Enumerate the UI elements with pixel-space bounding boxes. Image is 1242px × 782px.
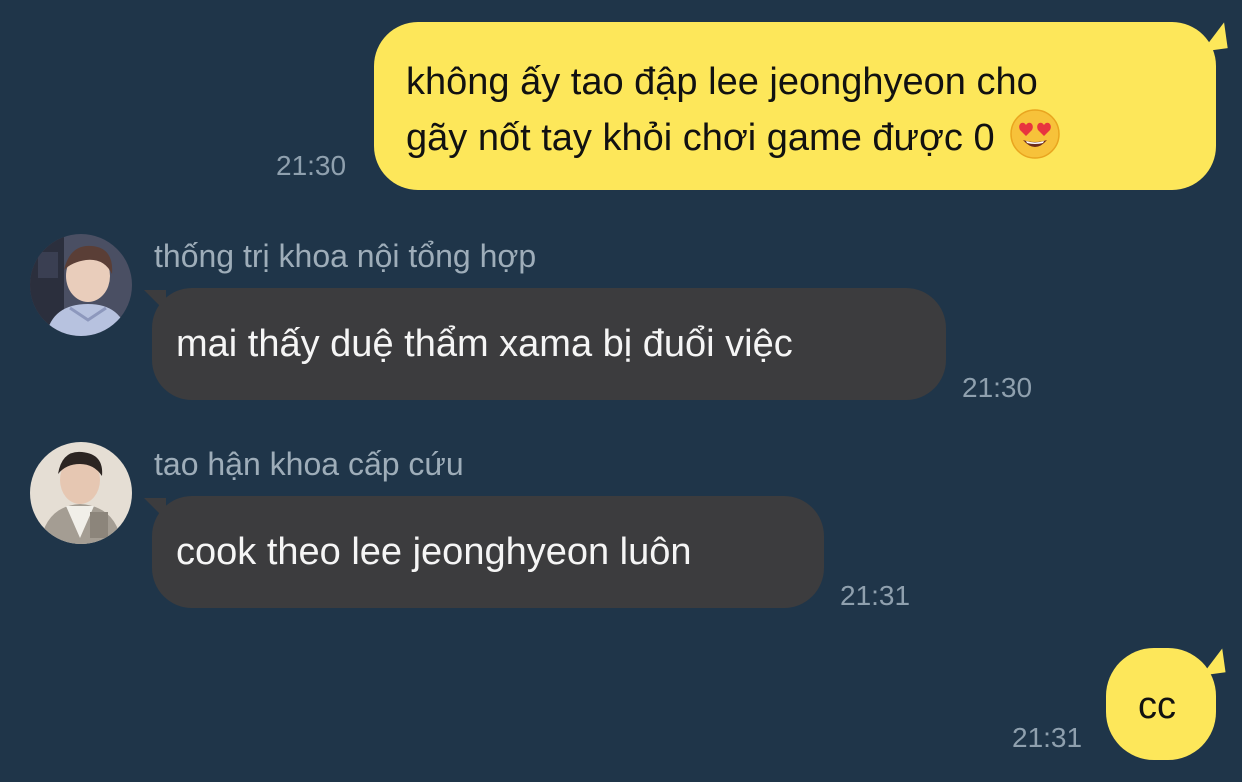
avatar-photo-icon [30,234,132,336]
bubble-tail [1198,22,1228,52]
message-outgoing-2[interactable]: 21:31 cc [1000,646,1232,766]
message-text-line: gãy nốt tay khỏi chơi game được 0 [406,108,1216,174]
message-text-line: không ấy tao đập lee jeonghyeon cho [406,61,1038,103]
message-bubble[interactable]: cook theo lee jeonghyeon luôn [152,496,824,608]
message-bubble[interactable]: không ấy tao đập lee jeonghyeon cho gãy … [374,22,1216,190]
avatar[interactable] [30,234,132,336]
message-incoming-1[interactable]: thống trị khoa nội tổng hợp mai thấy duệ… [28,232,1068,404]
message-text: cc [1138,685,1176,727]
bubble-tail [1198,648,1226,676]
message-bubble[interactable]: mai thấy duệ thẩm xama bị đuổi việc [152,288,946,400]
message-text: gãy nốt tay khỏi chơi game được 0 [406,117,995,159]
message-timestamp: 21:31 [1012,722,1083,753]
message-timestamp: 21:30 [962,372,1033,403]
avatar[interactable] [30,442,132,544]
message-timestamp: 21:30 [276,150,347,181]
avatar-photo-icon [30,442,132,544]
message-incoming-2[interactable]: tao hận khoa cấp cứu cook theo lee jeong… [28,440,928,612]
heart-eyes-emoji-icon [1009,108,1061,174]
sender-name: tao hận khoa cấp cứu [154,446,464,482]
bubble-tail [144,498,166,520]
message-outgoing-1[interactable]: 21:30 không ấy tao đập lee jeonghyeon ch… [270,20,1230,192]
message-text: cook theo lee jeonghyeon luôn [176,531,692,573]
message-text: mai thấy duệ thẩm xama bị đuổi việc [176,323,793,365]
sender-name: thống trị khoa nội tổng hợp [154,238,537,274]
bubble-tail [144,290,166,312]
message-timestamp: 21:31 [840,580,911,611]
